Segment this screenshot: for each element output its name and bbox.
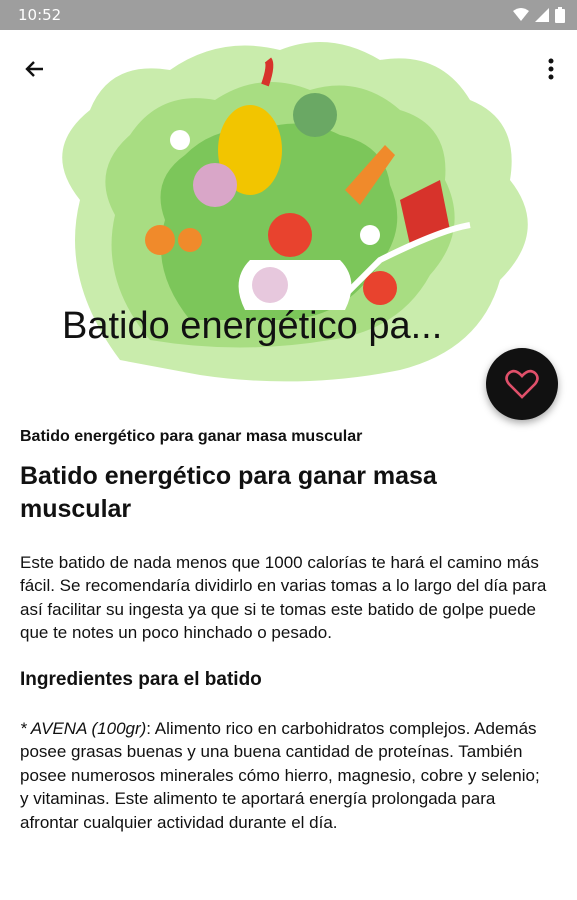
status-icons <box>513 7 565 23</box>
article-content: Batido energético para ganar masa muscul… <box>20 428 550 834</box>
ingredient-name: * AVENA (100gr) <box>20 718 147 738</box>
heart-outline-icon <box>505 369 539 399</box>
favorite-button[interactable] <box>486 348 558 420</box>
hero-image <box>0 30 577 410</box>
article-intro: Este batido de nada menos que 1000 calor… <box>20 553 547 643</box>
article-subtitle: Batido energético para ganar masa muscul… <box>20 428 363 445</box>
battery-icon <box>555 7 565 23</box>
more-vert-icon <box>548 58 554 80</box>
ingredients-heading: Ingredientes para el batido <box>20 668 262 690</box>
status-time: 10:52 <box>18 6 62 24</box>
status-bar: 10:52 <box>0 0 577 30</box>
back-button[interactable] <box>18 52 52 86</box>
arrow-left-icon <box>25 61 43 77</box>
more-options-button[interactable] <box>539 52 563 86</box>
article-heading: Batido energético para ganar masa muscul… <box>20 462 437 523</box>
signal-icon <box>535 8 549 22</box>
ingredient-item: * AVENA (100gr): Alimento rico en carboh… <box>20 717 550 834</box>
vegetables-illustration <box>62 42 528 382</box>
wifi-icon <box>513 8 529 21</box>
collapsing-toolbar-title: Batido energético pa... <box>62 305 443 347</box>
